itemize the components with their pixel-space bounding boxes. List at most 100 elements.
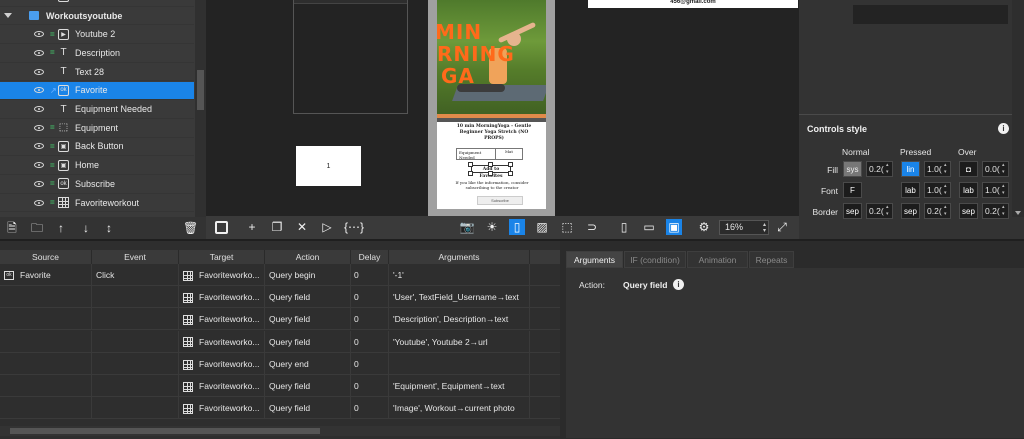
visibility-icon[interactable]	[34, 124, 44, 131]
resize-handle[interactable]	[468, 162, 473, 167]
delete-icon[interactable]: 🗑	[183, 221, 198, 235]
preview-icon[interactable]: ▷	[319, 219, 335, 235]
style-chip-button[interactable]: lin	[901, 161, 920, 177]
table-row[interactable]: Favoriteworko... Query end 0	[0, 352, 560, 375]
phone-view-icon[interactable]: ▯	[509, 219, 525, 235]
table-row[interactable]: ok Favorite Click Favoriteworko... Query beg…	[0, 264, 560, 286]
page-frame-icon[interactable]	[215, 221, 228, 234]
portrait-icon[interactable]: ▯	[616, 219, 632, 235]
action-value[interactable]: Query field	[623, 280, 667, 290]
style-chip-button[interactable]: sys	[843, 161, 862, 177]
column-header[interactable]: Target	[179, 250, 265, 264]
split-icon[interactable]: ↕	[102, 221, 116, 235]
layer-item[interactable]: = Favoriteworkout	[0, 194, 194, 213]
column-header[interactable]: Source	[0, 250, 92, 264]
visibility-icon[interactable]	[34, 106, 44, 113]
style-value-input[interactable]: 1.0(	[982, 182, 1009, 198]
landscape-icon[interactable]: ▭	[641, 219, 657, 235]
tab-arguments[interactable]: Arguments	[566, 251, 623, 268]
table-row[interactable]: Favoriteworko... Query field 0 'Equipment',…	[0, 375, 560, 397]
phone-screen[interactable]: MIN RNING GA 10 min MorningYoga - Gentle…	[437, 0, 546, 209]
visibility-icon[interactable]	[34, 87, 44, 94]
info-icon[interactable]: i	[998, 123, 1009, 134]
layer-item[interactable]: =▣ Back Button	[0, 0, 194, 7]
subscribe-info-text[interactable]: If you like the information, consider su…	[455, 180, 529, 190]
expand-icon[interactable]	[4, 13, 12, 19]
layer-item[interactable]: Workoutsyoutube	[0, 7, 194, 26]
add-icon[interactable]: +	[244, 219, 260, 235]
resize-handle[interactable]	[488, 171, 493, 176]
style-chip-button[interactable]: lab	[959, 182, 978, 198]
yoga-workout-image[interactable]: MIN RNING GA	[437, 0, 546, 118]
hatch-pattern-icon[interactable]: ▨	[534, 219, 550, 235]
visibility-icon[interactable]	[34, 31, 44, 38]
camera-icon[interactable]: 📷	[459, 219, 475, 235]
move-up-icon[interactable]: ↑	[54, 221, 68, 235]
resize-handle[interactable]	[508, 162, 513, 167]
visibility-icon[interactable]	[34, 143, 44, 150]
style-value-input[interactable]: 0.2(	[924, 203, 951, 219]
style-value-input[interactable]: 1.0(	[924, 182, 951, 198]
table-row[interactable]: Favoriteworko... Query field 0 'Image', Wor…	[0, 397, 560, 420]
style-chip-button[interactable]: ◘	[959, 161, 978, 177]
visibility-icon[interactable]	[34, 199, 44, 206]
email-text[interactable]: 456@gmail.com	[588, 0, 798, 8]
table-row[interactable]: Favoriteworko... Query field 0 'User', Text…	[0, 286, 560, 309]
fit-screen-icon[interactable]: ⤢	[774, 219, 790, 235]
multi-device-icon[interactable]: ▣	[666, 219, 682, 235]
layer-item[interactable]: ↗ ok Favorite	[0, 81, 194, 101]
visibility-icon[interactable]	[34, 68, 44, 75]
style-value-input[interactable]: 0.0(	[982, 161, 1009, 177]
visibility-icon[interactable]	[34, 162, 44, 169]
column-header[interactable]: Action	[265, 250, 351, 264]
layer-item[interactable]: T Equipment Needed	[0, 100, 194, 119]
zoom-input[interactable]: 16% ▴ ▾	[719, 220, 769, 235]
tab-if-condition[interactable]: IF (condition)	[624, 251, 686, 268]
table-row[interactable]: Favoriteworko... Query field 0 'Description…	[0, 308, 560, 331]
style-chip-button[interactable]: lab	[901, 182, 920, 198]
add-folder-icon[interactable]: 🗀	[30, 221, 44, 235]
add-page-icon[interactable]: 🗎	[5, 221, 19, 235]
duplicate-icon[interactable]: ❐	[269, 219, 285, 235]
brightness-icon[interactable]: ☀	[484, 219, 500, 235]
visibility-icon[interactable]	[34, 49, 44, 56]
workout-description[interactable]: 10 min MorningYoga - Gentle Beginner Yog…	[449, 124, 539, 142]
resize-handle[interactable]	[468, 171, 473, 176]
table-row[interactable]: Favoriteworko... Query field 0 'Youtube', Y…	[0, 330, 560, 353]
style-value-input[interactable]: 0.2(	[982, 203, 1009, 219]
column-header[interactable]: Arguments	[389, 250, 530, 264]
layer-item[interactable]: = ▶ Youtube 2	[0, 25, 194, 45]
layer-item[interactable]: T Text 28	[0, 63, 194, 82]
android-icon[interactable]: ⚙	[696, 219, 712, 235]
info-icon[interactable]: i	[673, 279, 684, 290]
tab-animation[interactable]: Animation	[687, 251, 748, 268]
offscreen-page-frame[interactable]	[293, 0, 408, 114]
style-value-input[interactable]: 0.2(	[866, 203, 893, 219]
column-header[interactable]: Delay	[351, 250, 389, 264]
style-chip-button[interactable]: F	[843, 182, 862, 198]
style-chip-button[interactable]: sep	[901, 203, 920, 219]
events-scrollbar[interactable]	[0, 426, 560, 436]
style-chip-button[interactable]: sep	[843, 203, 862, 219]
layer-item[interactable]: = T Description	[0, 44, 194, 63]
tab-repeats[interactable]: Repeats	[749, 251, 794, 268]
style-value-input[interactable]: 1.0(	[924, 161, 951, 177]
resize-handle[interactable]	[488, 162, 493, 167]
layer-item[interactable]: = ⬚ Equipment	[0, 119, 194, 138]
design-canvas[interactable]: 1 MIN RNING GA 10 min MorningYoga - Gent…	[206, 0, 799, 216]
scrollbar-thumb[interactable]	[197, 70, 204, 110]
equipment-needed-label[interactable]: Equipment Needed	[456, 148, 496, 160]
layer-item[interactable]: =▣ Back Button	[0, 138, 194, 157]
equipment-value[interactable]: Mat	[495, 148, 523, 160]
property-field[interactable]	[853, 5, 1008, 24]
code-icon[interactable]: {⋯}	[344, 219, 364, 235]
magnet-icon[interactable]: ⊃	[584, 219, 600, 235]
layer-item[interactable]: = ok Subscribe	[0, 175, 194, 194]
layer-item[interactable]: = ▣ Home	[0, 156, 194, 175]
visibility-icon[interactable]	[34, 180, 44, 187]
style-chip-button[interactable]: sep	[959, 203, 978, 219]
move-down-icon[interactable]: ↓	[79, 221, 93, 235]
canvas-text-box[interactable]: 1	[296, 146, 361, 186]
spinner-icon[interactable]: ▴ ▾	[763, 222, 766, 234]
properties-scrollbar[interactable]	[1012, 0, 1024, 217]
